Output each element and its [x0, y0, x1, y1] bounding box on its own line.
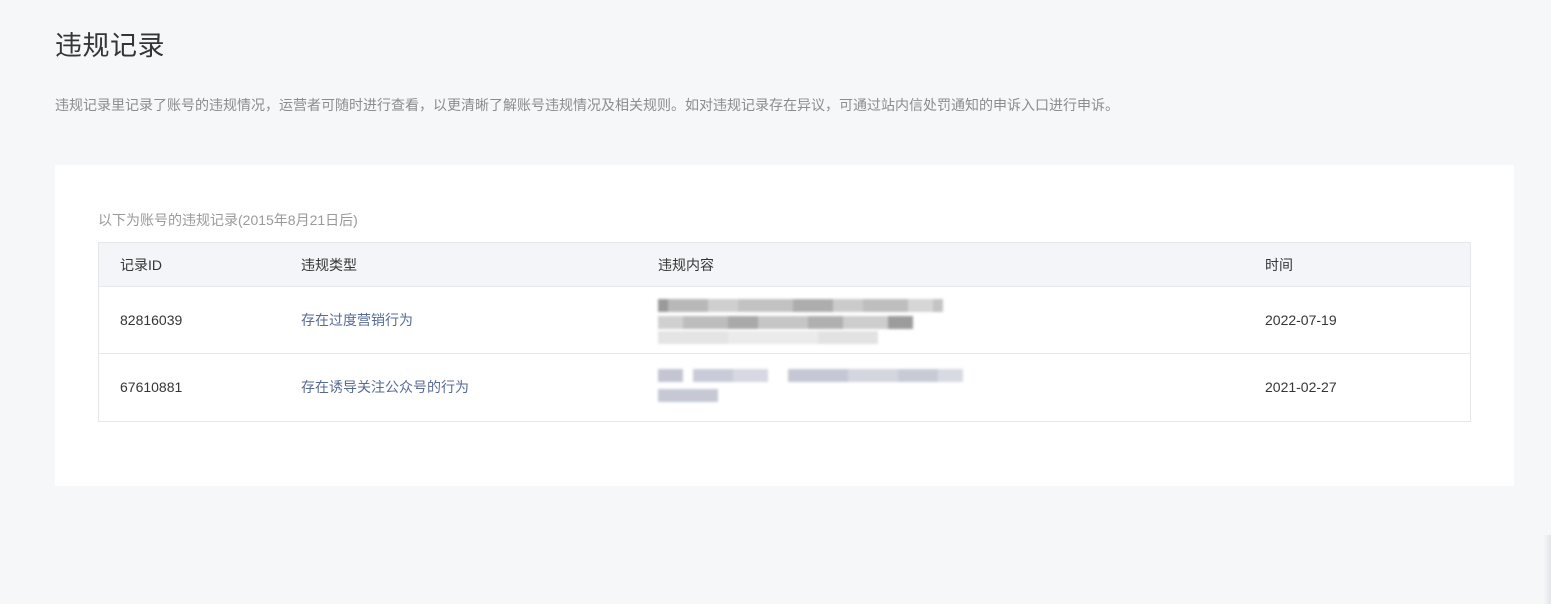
record-id: 67610881 [120, 379, 183, 395]
record-content-redacted [658, 298, 988, 346]
records-caption: 以下为账号的违规记录(2015年8月21日后) [98, 212, 358, 228]
table-row: 82816039 存在过度营销行为 2022-07-19 [99, 287, 1470, 354]
record-type: 存在诱导关注公众号的行为 [301, 379, 469, 395]
column-header-time: 时间 [1265, 257, 1293, 273]
scrollbar-edge [1543, 535, 1551, 604]
records-card: 以下为账号的违规记录(2015年8月21日后) 记录ID 违规类型 违规内容 时… [55, 165, 1514, 486]
page-description: 违规记录里记录了账号的违规情况，运营者可随时进行查看，以更清晰了解账号违规情况及… [55, 97, 1119, 113]
page-title: 违规记录 [55, 31, 165, 61]
column-header-content: 违规内容 [658, 257, 714, 273]
record-id: 82816039 [120, 312, 183, 328]
record-content-redacted [658, 365, 988, 413]
table-header-row: 记录ID 违规类型 违规内容 时间 [99, 243, 1470, 287]
column-header-type: 违规类型 [301, 257, 357, 273]
violation-records-page: 违规记录 违规记录里记录了账号的违规情况，运营者可随时进行查看，以更清晰了解账号… [0, 0, 1551, 604]
column-header-id: 记录ID [120, 257, 162, 273]
table-row: 67610881 存在诱导关注公众号的行为 2021-02-27 [99, 354, 1470, 421]
records-table: 记录ID 违规类型 违规内容 时间 82816039 存在过度营销行为 2022… [98, 242, 1471, 422]
record-time: 2022-07-19 [1265, 312, 1337, 328]
record-type: 存在过度营销行为 [301, 312, 413, 328]
record-time: 2021-02-27 [1265, 379, 1337, 395]
